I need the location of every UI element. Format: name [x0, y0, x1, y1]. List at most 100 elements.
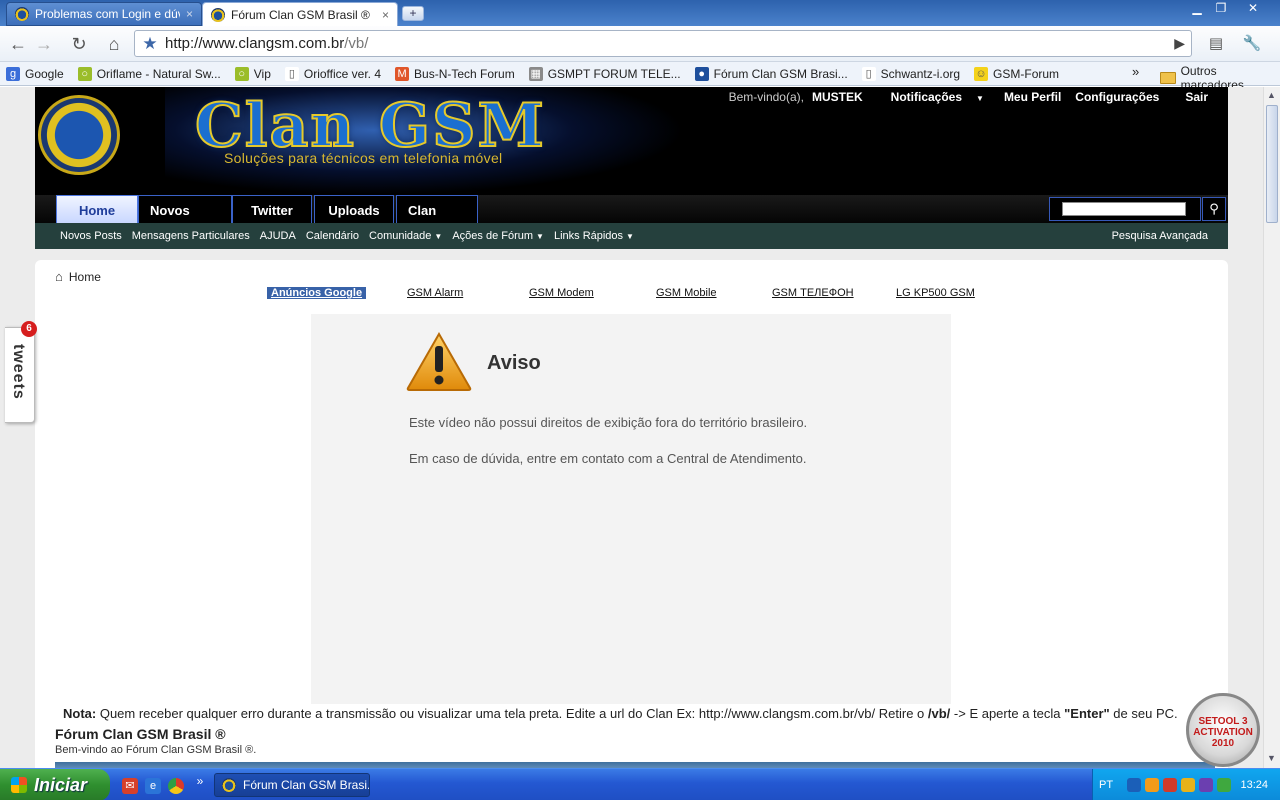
- tab-novos-posts[interactable]: Novos Posts: [138, 195, 232, 248]
- tray-back-icon[interactable]: [1127, 778, 1141, 792]
- bookmark-item[interactable]: ▯ Schwantz-i.org: [861, 66, 960, 81]
- close-window-icon[interactable]: ✕: [1242, 1, 1264, 17]
- magnifier-icon[interactable]: ⚲: [1202, 197, 1226, 221]
- home-icon[interactable]: ⌂: [102, 32, 126, 56]
- chevron-down-icon: ▼: [976, 94, 984, 103]
- subnav-ajuda[interactable]: AJUDA: [260, 230, 296, 242]
- system-tray: PT 13:24: [1092, 769, 1280, 800]
- advanced-search-link[interactable]: Pesquisa Avançada: [1112, 230, 1208, 242]
- setool-activation-badge[interactable]: SETOOL 3 ACTIVATION 2010: [1186, 693, 1260, 767]
- ad-label-anuncios-google[interactable]: Anúncios Google: [267, 287, 367, 299]
- bookmark-item[interactable]: ▦ GSMPT FORUM TELE...: [528, 66, 681, 81]
- ad-link-lg-kp500[interactable]: LG KP500 GSM: [896, 287, 975, 299]
- bookmark-item[interactable]: M Bus-N-Tech Forum: [395, 66, 515, 81]
- video-player[interactable]: Aviso Este vídeo não possui direitos de …: [311, 314, 951, 704]
- internet-explorer-icon[interactable]: e: [145, 778, 161, 794]
- tab-problemas-login[interactable]: Problemas com Login e dúvi... ×: [6, 2, 202, 26]
- taskbar-window-clangsm[interactable]: Fórum Clan GSM Brasi...: [214, 773, 370, 797]
- search-input[interactable]: [1062, 202, 1186, 216]
- content-area: ⌂ Home Anúncios Google GSM Alarm GSM Mod…: [35, 260, 1228, 768]
- wrench-icon[interactable]: 🔧: [1240, 32, 1264, 56]
- chevron-down-icon: ▼: [434, 232, 443, 241]
- minimize-window-icon[interactable]: ▁: [1186, 1, 1208, 17]
- tab-forum-clan-gsm[interactable]: Fórum Clan GSM Brasil ® ×: [202, 2, 398, 27]
- ad-link-gsm-alarm[interactable]: GSM Alarm: [407, 287, 463, 299]
- forum-search-box: [1049, 197, 1201, 221]
- more-bookmarks-chevron-icon[interactable]: »: [1132, 64, 1139, 79]
- tweets-widget[interactable]: 6 tweets: [5, 321, 37, 423]
- reload-icon[interactable]: ↻: [67, 32, 91, 56]
- welcome-text: Bem-vindo(a),: [728, 90, 804, 104]
- clock: 13:24: [1240, 779, 1268, 791]
- notifications-link[interactable]: Notificações ▼: [877, 90, 984, 104]
- bookmark-star-icon[interactable]: ★: [135, 34, 165, 54]
- clan-gsm-logo-icon[interactable]: [38, 95, 120, 175]
- ad-link-gsm-mobile[interactable]: GSM Mobile: [656, 287, 717, 299]
- browser-toolbar: ← → ↻ ⌂ ★ http://www.clangsm.com.br/vb/ …: [0, 26, 1280, 62]
- scrollbar-thumb[interactable]: [1266, 105, 1278, 223]
- bookmark-item[interactable]: ▯ Orioffice ver. 4: [284, 66, 381, 81]
- chevron-down-icon: ▼: [536, 232, 544, 241]
- clangsm-favicon-icon: [15, 7, 29, 21]
- subnav-mensagens[interactable]: Mensagens Particulares: [132, 230, 250, 242]
- subnav-links-rapidos[interactable]: Links Rápidos ▼: [554, 230, 634, 242]
- address-bar[interactable]: ★ http://www.clangsm.com.br/vb/ ▶: [134, 30, 1192, 57]
- back-arrow-icon[interactable]: ←: [6, 32, 30, 56]
- warning-message-1: Este vídeo não possui direitos de exibiç…: [409, 415, 808, 430]
- bookmark-item[interactable]: ○ Vip: [234, 66, 271, 81]
- home-icon[interactable]: ⌂: [55, 269, 63, 284]
- subnav-calendario[interactable]: Calendário: [306, 230, 359, 242]
- start-button[interactable]: Iniciar: [0, 769, 110, 800]
- tweets-count-badge: 6: [21, 321, 37, 337]
- new-tab-button[interactable]: +: [402, 6, 424, 21]
- site-header: Clan GSM Soluções para técnicos em telef…: [35, 87, 1228, 195]
- ad-link-gsm-modem[interactable]: GSM Modem: [529, 287, 594, 299]
- folder-icon: [1160, 72, 1176, 84]
- tray-messenger-icon[interactable]: [1145, 778, 1159, 792]
- ad-link-gsm-telefon[interactable]: GSM ТЕЛЕФОН: [772, 287, 854, 299]
- bookmark-item[interactable]: ● Fórum Clan GSM Brasi...: [694, 66, 848, 81]
- username-link[interactable]: MUSTEK: [812, 90, 863, 104]
- breadcrumb-home[interactable]: Home: [69, 270, 101, 284]
- logout-link[interactable]: Sair: [1185, 90, 1208, 104]
- bookmarks-bar: g Google ○ Oriflame - Natural Sw... ○ Vip ▯ Ori…: [0, 62, 1280, 86]
- tab-title: Problemas com Login e dúvi...: [35, 7, 180, 21]
- quicklaunch-more-icon[interactable]: »: [192, 773, 208, 789]
- go-arrow-icon[interactable]: ▶: [1174, 35, 1185, 52]
- tab-uploads[interactable]: Uploads: [314, 195, 394, 223]
- settings-link[interactable]: Configurações: [1075, 90, 1159, 104]
- windows-flag-icon: [11, 777, 27, 793]
- page-icon: ▯: [861, 66, 876, 81]
- language-indicator[interactable]: PT: [1099, 779, 1113, 791]
- chrome-icon[interactable]: [168, 778, 184, 794]
- tray-smiley-icon[interactable]: [1181, 778, 1195, 792]
- close-tab-icon[interactable]: ×: [186, 7, 193, 21]
- smiley-icon: ☺: [974, 66, 989, 81]
- bookmark-item[interactable]: g Google: [6, 66, 64, 81]
- bookmark-item[interactable]: ☺ GSM-Forum: [974, 66, 1059, 81]
- tray-update-icon[interactable]: [1217, 778, 1231, 792]
- scroll-up-icon[interactable]: ▲: [1267, 90, 1276, 100]
- my-profile-link[interactable]: Meu Perfil: [1004, 90, 1061, 104]
- forward-arrow-icon[interactable]: →: [32, 32, 56, 56]
- mail-icon[interactable]: ✉: [122, 778, 138, 794]
- tab-home[interactable]: Home: [56, 195, 138, 223]
- vertical-scrollbar[interactable]: ▲ ▼: [1263, 87, 1280, 768]
- warning-title: Aviso: [487, 352, 541, 374]
- tab-twitter[interactable]: Twitter: [232, 195, 312, 223]
- tab-clan-shop[interactable]: Clan SHOP: [396, 195, 478, 248]
- subnav-comunidade[interactable]: Comunidade ▼: [369, 230, 442, 242]
- page-menu-icon[interactable]: ▤: [1204, 32, 1228, 56]
- tray-network-icon[interactable]: [1163, 778, 1177, 792]
- tray-security-icon[interactable]: [1199, 778, 1213, 792]
- close-tab-icon[interactable]: ×: [382, 8, 389, 22]
- subnav-novos-posts[interactable]: Novos Posts: [60, 230, 122, 242]
- bookmark-item[interactable]: ○ Oriflame - Natural Sw...: [77, 66, 221, 81]
- google-icon: g: [6, 66, 20, 81]
- scroll-down-icon[interactable]: ▼: [1267, 753, 1276, 763]
- warning-icon: [406, 332, 472, 391]
- forum-icon: ▦: [528, 66, 543, 81]
- subnav-acoes-forum[interactable]: Ações de Fórum ▼: [452, 230, 544, 242]
- tab-title: Fórum Clan GSM Brasil ®: [231, 8, 370, 22]
- restore-window-icon[interactable]: ❐: [1210, 1, 1232, 17]
